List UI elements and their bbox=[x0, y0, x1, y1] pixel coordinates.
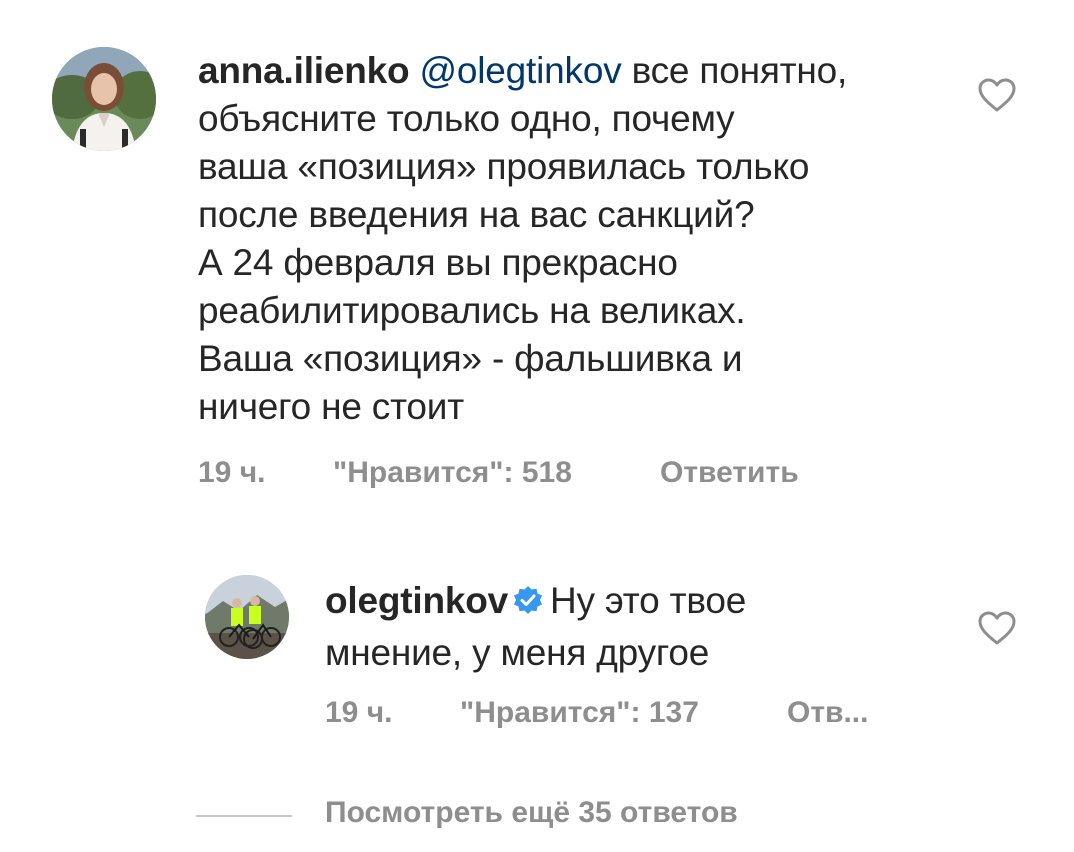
comment-meta: 19 ч. "Нравится": 518 Ответить bbox=[198, 456, 958, 496]
comment-mention[interactable]: @olegtinkov bbox=[420, 50, 622, 91]
reply-username[interactable]: olegtinkov bbox=[325, 580, 508, 621]
comment-text-line: Ваша «позиция» - фальшивка и bbox=[198, 338, 743, 379]
reply-comment-text: olegtinkov Ну это твое мнение, у меня дру… bbox=[325, 577, 965, 677]
comment-username[interactable]: anna.ilienko bbox=[198, 50, 410, 91]
reply-text-line: мнение, у меня другое bbox=[325, 632, 710, 673]
heart-outline-icon[interactable] bbox=[977, 610, 1017, 651]
reply-text-line: Ну это твое bbox=[550, 580, 747, 621]
avatar-olegtinkov[interactable] bbox=[205, 575, 289, 659]
reply-timestamp[interactable]: 19 ч. bbox=[325, 696, 392, 730]
comment-text: anna.ilienko @olegtinkov все понятно, об… bbox=[198, 47, 958, 431]
comment-text-line: объясните только одно, почему bbox=[198, 98, 735, 139]
reply-reply-button[interactable]: Отв... bbox=[787, 696, 868, 730]
heart-outline-icon[interactable] bbox=[977, 77, 1017, 118]
replies-divider bbox=[196, 815, 292, 817]
comment-text-line: А 24 февраля вы прекрасно bbox=[198, 242, 678, 283]
comment-text-line: ваша «позиция» проявилась только bbox=[198, 146, 810, 187]
comment-timestamp[interactable]: 19 ч. bbox=[198, 456, 265, 490]
reply-likes-count[interactable]: "Нравится": 137 bbox=[460, 696, 699, 730]
reply-line-1: olegtinkov Ну это твое bbox=[325, 577, 965, 629]
comment-text-line: реабилитировались на великах. bbox=[198, 290, 746, 331]
comment-text-line: все понятно, bbox=[621, 50, 848, 91]
reply-meta: 19 ч. "Нравится": 137 Отв... bbox=[325, 696, 965, 736]
comment-text-line: ничего не стоит bbox=[198, 386, 465, 427]
view-more-replies-button[interactable]: Посмотреть ещё 35 ответов bbox=[325, 796, 738, 830]
comment-line-1: anna.ilienko @olegtinkov все понятно, bbox=[198, 47, 958, 95]
comment-text-line: после введения на вас санкций? bbox=[198, 194, 755, 235]
comment-reply-button[interactable]: Ответить bbox=[660, 456, 799, 490]
avatar-anna-ilienko[interactable] bbox=[52, 47, 156, 151]
verified-badge-icon bbox=[512, 581, 544, 629]
comment-likes-count[interactable]: "Нравится": 518 bbox=[333, 456, 572, 490]
